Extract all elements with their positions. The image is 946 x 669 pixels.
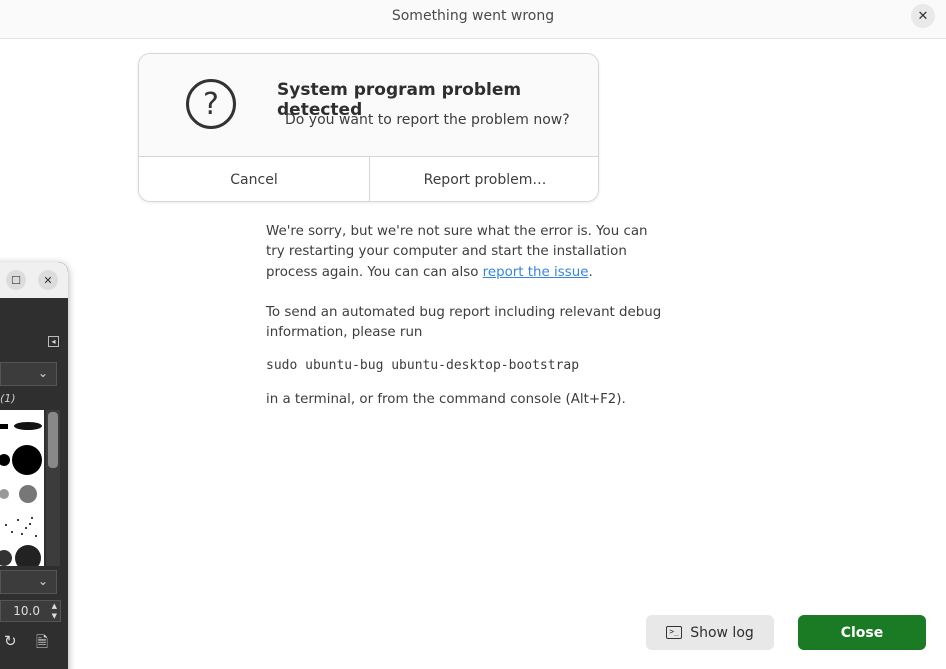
spacing-value: 10.0 <box>13 604 40 618</box>
close-icon: ✕ <box>43 273 53 287</box>
spacing-spinbutton[interactable]: 10.0 ▲ ▼ <box>0 600 61 622</box>
scroll-thumb[interactable] <box>48 412 58 468</box>
close-button[interactable]: Close <box>798 615 926 650</box>
report-issue-link[interactable]: report the issue <box>483 265 589 280</box>
dock-combo-2[interactable]: ⌄ <box>0 570 57 594</box>
reset-icon[interactable]: ↻ <box>4 632 17 650</box>
chevron-down-icon: ⌄ <box>37 574 48 588</box>
save-icon[interactable]: 🗎 <box>36 632 48 657</box>
terminal-icon: >_ <box>666 626 683 639</box>
show-log-label: Show log <box>690 624 754 641</box>
show-log-button[interactable]: >_ Show log <box>646 615 774 650</box>
panel-menu-icon[interactable]: ◂ <box>48 336 59 347</box>
brush-grid[interactable] <box>0 410 44 566</box>
explanation-period: . <box>588 264 593 280</box>
brushes-preview <box>0 422 42 566</box>
report-problem-button[interactable]: Report problem… <box>370 157 598 201</box>
dock-close-button[interactable]: ✕ <box>38 270 58 290</box>
cancel-button[interactable]: Cancel <box>139 157 370 201</box>
window-title: Something went wrong <box>391 8 555 24</box>
problem-report-card: ? System program problem detected Do you… <box>138 53 599 202</box>
dock-combo-1[interactable]: ⌄ <box>0 362 57 386</box>
question-circle-icon: ? <box>186 79 236 129</box>
dock-titlebar: ☐ ✕ <box>0 262 68 298</box>
maximize-icon: ☐ <box>11 273 21 287</box>
header-bar: Something went wrong ✕ <box>0 0 946 39</box>
card-header: ? System program problem detected Do you… <box>139 54 598 157</box>
chevron-down-icon: ⌄ <box>37 366 48 380</box>
brush-scrollbar[interactable] <box>46 410 60 566</box>
bug-command: sudo ubuntu-bug ubuntu-desktop-bootstrap <box>266 358 580 373</box>
explanation-paragraph-1: We're sorry, but we're not sure what the… <box>266 222 666 283</box>
explanation-paragraph-2: To send an automated bug report includin… <box>266 304 662 341</box>
brush-label: (1) <box>0 392 16 405</box>
spin-arrows-icon[interactable]: ▲ ▼ <box>52 601 57 621</box>
dock-maximize-button[interactable]: ☐ <box>6 270 26 290</box>
window-close-button[interactable]: ✕ <box>911 4 935 28</box>
card-subtitle: Do you want to report the problem now? <box>285 112 570 128</box>
close-icon: ✕ <box>917 8 929 24</box>
error-explanation: We're sorry, but we're not sure what the… <box>266 222 666 363</box>
explanation-paragraph-3: in a terminal, or from the command conso… <box>266 392 626 407</box>
